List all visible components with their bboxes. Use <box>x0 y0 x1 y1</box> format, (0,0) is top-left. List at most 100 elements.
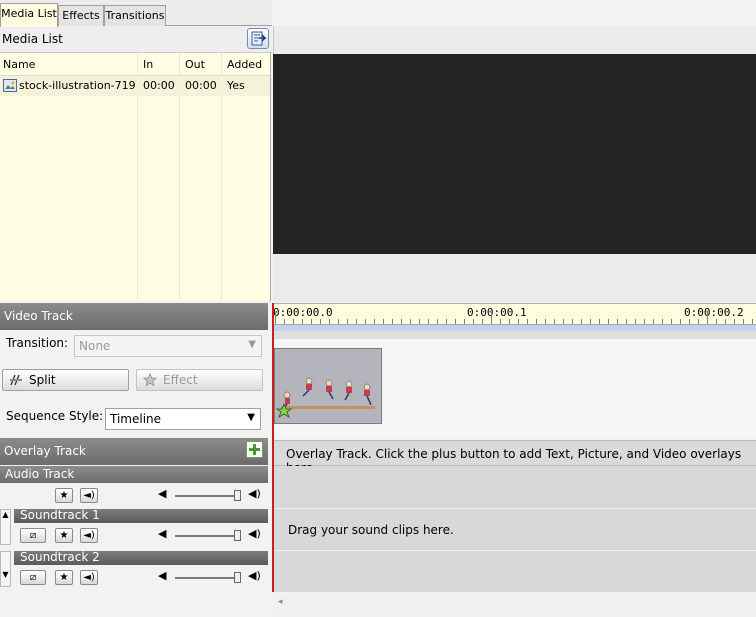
volume-slider-track[interactable] <box>175 495 241 497</box>
lane-divider <box>274 550 756 551</box>
ruler-tick <box>275 312 276 324</box>
tab-effects[interactable]: Effects <box>58 5 104 26</box>
sequence-style-label: Sequence Style: <box>6 409 104 423</box>
column-header-out[interactable]: Out <box>185 58 205 71</box>
chevron-down-icon: ▼ <box>248 339 256 350</box>
add-overlay-button[interactable] <box>246 441 263 458</box>
audio-track-title: Audio Track <box>5 467 75 481</box>
star-icon: ★ <box>59 572 69 583</box>
star-icon: ★ <box>59 490 69 501</box>
media-list-title: Media List <box>2 32 63 46</box>
column-header-in[interactable]: In <box>143 58 153 71</box>
audio-track-hint: Drag your sound clips here. <box>288 523 454 537</box>
plus-icon <box>249 444 260 455</box>
overlay-track-lane[interactable]: Overlay Track. Click the plus button to … <box>274 440 756 475</box>
ruler-mark-label: 0:00:00.0 <box>273 306 333 319</box>
preview-footer <box>273 254 756 302</box>
playhead-cursor[interactable] <box>272 303 274 592</box>
timeline-ruler[interactable]: 0:00:00.0 0:00:00.1 0:00:00.2 <box>273 303 756 332</box>
video-track-header: Video Track <box>0 303 268 330</box>
cell-added: Yes <box>227 79 245 92</box>
media-list-table: Name In Out Added stock-illustration-719… <box>0 53 271 301</box>
volume-slider-knob[interactable] <box>233 490 241 501</box>
scroll-left-icon[interactable]: ◂ <box>278 597 283 607</box>
sequence-style-select[interactable]: Timeline ▼ <box>105 408 261 430</box>
volume-high-icon: ◀) <box>248 487 261 500</box>
arrow-down-icon: ▼ <box>2 570 9 579</box>
clip-preview-image <box>275 349 381 423</box>
overlay-track-header: Overlay Track <box>0 438 268 465</box>
table-row[interactable]: stock-illustration-719... 00:00 00:00 Ye… <box>0 76 270 96</box>
transition-label: Transition: <box>6 336 69 350</box>
tab-media-list[interactable]: Media List <box>0 3 58 27</box>
soundtrack-controls: ⧄ ★ ◄) ◀ ◀) <box>14 566 268 589</box>
transition-select[interactable]: None ▼ <box>74 335 262 357</box>
video-clip-thumbnail[interactable] <box>274 348 382 424</box>
audio-track-header: Audio Track <box>0 466 268 483</box>
timeline-horizontal-scrollbar[interactable]: ◂ <box>274 592 756 617</box>
video-track-controls: Transition: None ▼ Split Effect Sequence… <box>0 330 270 438</box>
soundtrack-header: Soundtrack 1 <box>14 509 268 523</box>
tab-label: Media List <box>1 7 57 20</box>
audio-effect-button[interactable]: ★ <box>55 488 73 503</box>
audio-track-lane[interactable]: Drag your sound clips here. <box>274 466 756 592</box>
chevron-down-icon: ▼ <box>247 412 255 423</box>
media-list-menu-button[interactable] <box>247 28 269 49</box>
video-track-title: Video Track <box>4 309 73 323</box>
volume-low-icon: ◀ <box>158 569 167 582</box>
cell-name: stock-illustration-719... <box>19 79 135 92</box>
split-audio-button[interactable]: ⧄ <box>20 528 46 543</box>
star-icon: ★ <box>59 530 69 541</box>
soundtrack-title: Soundtrack 2 <box>20 550 100 564</box>
effect-label: Effect <box>163 373 198 387</box>
media-export-icon <box>251 31 267 46</box>
audio-mute-button[interactable]: ◄) <box>80 528 98 543</box>
tab-label: Transitions <box>105 9 165 22</box>
soundtrack-title: Soundtrack 1 <box>20 508 100 522</box>
move-down-button[interactable]: ▼ <box>0 551 11 587</box>
split-icon: ⧄ <box>29 572 37 583</box>
move-up-button[interactable]: ▲ <box>0 509 11 545</box>
ruler-tick <box>491 312 492 324</box>
audio-mute-button[interactable]: ◄) <box>80 488 98 503</box>
volume-low-icon: ◀ <box>158 527 167 540</box>
split-icon <box>10 374 22 386</box>
tab-transitions[interactable]: Transitions <box>104 5 166 26</box>
volume-high-icon: ◀) <box>248 569 261 582</box>
ruler-mark-label: 0:00:00.2 <box>684 306 744 319</box>
tab-label: Effects <box>62 9 100 22</box>
media-list-header: Media List <box>0 26 272 53</box>
column-header-name[interactable]: Name <box>3 58 35 71</box>
split-button[interactable]: Split <box>2 369 129 391</box>
lane-divider <box>274 508 756 509</box>
audio-mute-button[interactable]: ◄) <box>80 570 98 585</box>
column-header-added[interactable]: Added <box>227 58 262 71</box>
split-icon: ⧄ <box>29 530 37 541</box>
sequence-style-value: Timeline <box>110 412 162 426</box>
tab-strip: Media List Effects Transitions <box>0 0 272 27</box>
volume-slider-track[interactable] <box>175 577 241 579</box>
cell-out: 00:00 <box>185 79 217 92</box>
volume-slider-track[interactable] <box>175 535 241 537</box>
volume-low-icon: ◀ <box>158 487 167 500</box>
audio-effect-button[interactable]: ★ <box>55 570 73 585</box>
volume-slider-knob[interactable] <box>233 572 241 583</box>
audio-master-controls: ★ ◄) ◀ ◀) <box>0 484 268 507</box>
effect-button[interactable]: Effect <box>136 369 263 391</box>
volume-high-icon: ◀) <box>248 527 261 540</box>
split-label: Split <box>29 373 56 387</box>
speaker-icon: ◄) <box>83 530 95 541</box>
ruler-tick <box>707 312 708 324</box>
soundtrack-header: Soundtrack 2 <box>14 551 268 565</box>
volume-slider-knob[interactable] <box>233 530 241 541</box>
star-icon <box>143 373 157 387</box>
speaker-icon: ◄) <box>83 572 95 583</box>
cell-in: 00:00 <box>143 79 175 92</box>
image-file-icon <box>3 79 17 92</box>
audio-effect-button[interactable]: ★ <box>55 528 73 543</box>
arrow-up-icon: ▲ <box>2 510 9 519</box>
overlay-track-title: Overlay Track <box>4 444 86 458</box>
split-audio-button[interactable]: ⧄ <box>20 570 46 585</box>
transition-value: None <box>79 339 111 353</box>
video-preview[interactable] <box>273 54 756 254</box>
